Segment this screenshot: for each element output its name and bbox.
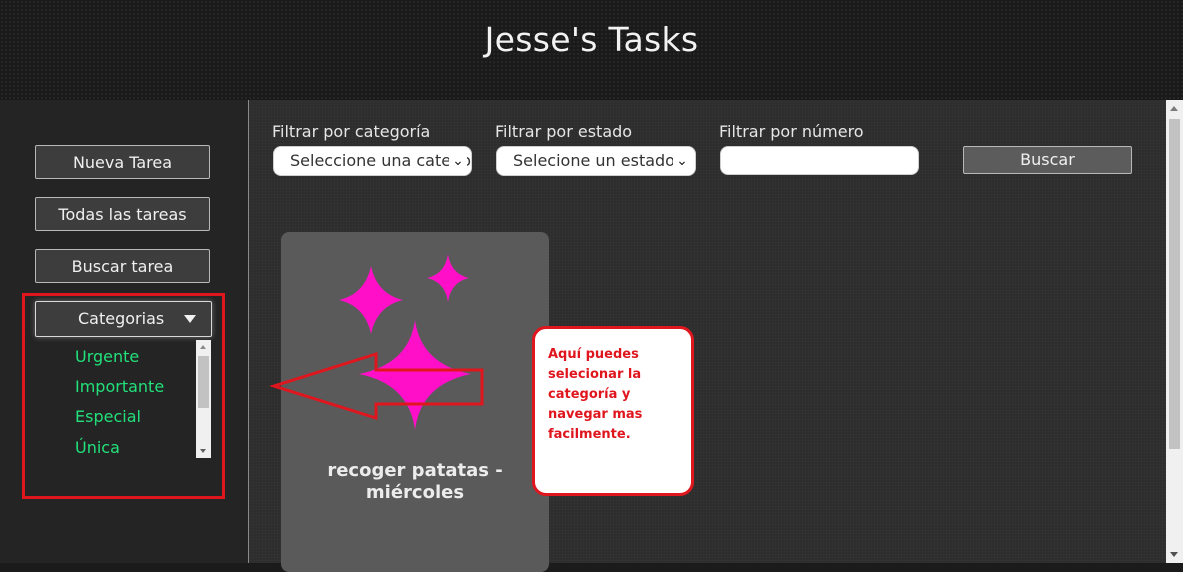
- page-scrollbar[interactable]: [1166, 100, 1183, 563]
- task-card-title: recoger patatas - miércoles: [327, 460, 503, 503]
- category-select-value: Seleccione una categoría: [290, 151, 472, 170]
- chevron-down-icon: ⌄: [673, 147, 691, 175]
- main-content: Filtrar por categoría Seleccione una cat…: [249, 100, 1166, 572]
- all-tasks-button[interactable]: Todas las tareas: [35, 197, 210, 231]
- chevron-down-icon: ⌄: [449, 147, 467, 175]
- search-task-button[interactable]: Buscar tarea: [35, 249, 210, 283]
- arrow-left-icon: [270, 351, 484, 421]
- scroll-down-icon[interactable]: [1170, 552, 1178, 557]
- category-filter-label: Filtrar por categoría: [272, 122, 431, 141]
- status-select-value: Selecione un estado: [513, 151, 675, 170]
- number-filter-label: Filtrar por número: [719, 122, 864, 141]
- scroll-up-icon[interactable]: [1170, 106, 1178, 111]
- new-task-button[interactable]: Nueva Tarea: [35, 145, 210, 179]
- callout-text: Aquí puedes selecionar la categoría y na…: [548, 347, 643, 442]
- status-filter-select[interactable]: Selecione un estado ⌄: [496, 146, 696, 176]
- search-button[interactable]: Buscar: [963, 146, 1132, 174]
- callout-box: Aquí puedes selecionar la categoría y na…: [532, 326, 694, 496]
- scroll-thumb[interactable]: [1169, 119, 1180, 449]
- category-filter-select[interactable]: Seleccione una categoría ⌄: [273, 146, 472, 176]
- number-filter-input[interactable]: [720, 146, 919, 175]
- status-filter-label: Filtrar por estado: [495, 122, 633, 141]
- highlight-box: [22, 293, 225, 499]
- header: Jesse's Tasks: [0, 0, 1183, 100]
- app-title: Jesse's Tasks: [484, 20, 699, 59]
